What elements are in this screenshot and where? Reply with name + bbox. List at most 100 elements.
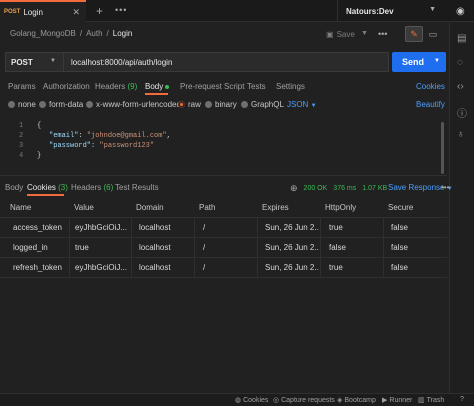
environment-name: Natours:Dev	[346, 6, 394, 16]
tab-login[interactable]: POST Login ✕	[0, 0, 86, 22]
breadcrumb-separator: /	[79, 29, 83, 38]
response-tab-headers[interactable]: Headers (6)	[71, 183, 113, 192]
beautify-link[interactable]: Beautify	[416, 100, 445, 109]
column-divider	[320, 258, 321, 278]
radio-label: none	[18, 100, 36, 109]
status-code: 200 OK	[303, 185, 328, 192]
cookie-name: refresh_token	[13, 263, 62, 272]
url-input[interactable]: localhost:8000/api/auth/login	[63, 52, 389, 72]
column-header: Domain	[136, 203, 164, 212]
code-editor[interactable]: 1 2 3 4 { "email": "johndoe@gmail.com", …	[0, 118, 447, 176]
globe-icon[interactable]: ⊕	[290, 183, 298, 194]
cookie-name: logged_in	[13, 243, 48, 252]
eye-icon[interactable]: ◉	[456, 6, 465, 17]
comment-icon[interactable]: ▭	[424, 26, 442, 42]
save-button[interactable]: ▣ Save	[326, 27, 358, 42]
json-key: "password"	[49, 142, 92, 150]
help-icon[interactable]: ?	[460, 396, 464, 403]
tab-settings[interactable]: Settings	[276, 82, 305, 91]
breadcrumb-folder[interactable]: Auth	[86, 29, 102, 38]
chevron-down-icon[interactable]: ▼	[434, 58, 440, 64]
status-bar: ◍ Cookies ◎ Capture requests ◈ Bootcamp …	[0, 393, 474, 406]
column-divider	[383, 258, 384, 278]
response-tab-test-results[interactable]: Test Results	[115, 183, 159, 192]
column-header: HttpOnly	[325, 203, 357, 212]
response-tab-cookies-label: Cookies	[27, 183, 56, 192]
info-icon[interactable]: ⓘ	[457, 105, 467, 120]
pencil-icon[interactable]: ✎	[405, 26, 423, 42]
statusbar-bootcamp[interactable]: ◈ Bootcamp	[337, 396, 376, 405]
cookie-name: access_token	[13, 223, 62, 232]
radio-graphql[interactable]: GraphQL	[241, 100, 284, 109]
chevron-down-icon[interactable]: ▼	[361, 30, 368, 37]
response-status: ⊕ 200 OK 376 ms 1.07 KB	[290, 183, 387, 194]
statusbar-cookies-label: Cookies	[243, 396, 269, 404]
statusbar-trash[interactable]: ▥ Trash	[418, 396, 444, 405]
plus-icon[interactable]: +	[96, 4, 103, 18]
code-line: }	[37, 152, 42, 160]
cookie-expires: Sun, 26 Jun 2...	[265, 243, 319, 252]
editor-scrollbar[interactable]	[441, 122, 444, 174]
save-response-label: Save Response	[388, 183, 445, 192]
cookie-httponly: true	[329, 263, 343, 272]
cookies-link[interactable]: Cookies	[416, 82, 445, 91]
radio-selected-icon	[178, 101, 185, 108]
close-icon[interactable]: ✕	[72, 7, 80, 18]
tab-authorization[interactable]: Authorization	[43, 82, 90, 91]
cookie-secure: false	[391, 223, 408, 232]
lightbulb-icon[interactable]: ♁	[457, 129, 465, 140]
more-icon[interactable]: •••	[378, 29, 387, 39]
tab-body[interactable]: Body	[145, 82, 170, 91]
format-select[interactable]: JSON ▼	[287, 100, 317, 109]
column-divider	[69, 218, 70, 238]
radio-icon	[241, 101, 248, 108]
chevron-down-icon: ▼	[429, 6, 436, 13]
environment-select[interactable]: Natours:Dev ▼	[337, 0, 441, 22]
cookie-path: /	[203, 223, 206, 232]
cookie-path: /	[203, 263, 206, 272]
more-icon[interactable]: •••	[115, 5, 127, 15]
tab-params[interactable]: Params	[8, 82, 36, 91]
send-label: Send	[402, 57, 425, 67]
column-divider	[320, 238, 321, 258]
breadcrumb-collection[interactable]: Golang_MongoDB	[10, 29, 76, 38]
active-dot-icon	[165, 84, 170, 89]
response-tab-body[interactable]: Body	[5, 183, 23, 192]
json-value: "password123"	[99, 142, 155, 150]
comment-icon[interactable]: ◌	[457, 57, 463, 68]
cookie-domain: localhost	[139, 263, 171, 272]
tab-headers[interactable]: Headers (9)	[95, 82, 137, 91]
radio-binary[interactable]: binary	[205, 100, 237, 109]
radio-raw[interactable]: raw	[178, 100, 201, 109]
response-tab-cookies[interactable]: Cookies (3)	[27, 183, 68, 192]
table-row[interactable]: access_token eyJhbGciOiJ... localhost / …	[0, 218, 447, 238]
table-row[interactable]: logged_in true localhost / Sun, 26 Jun 2…	[0, 238, 447, 258]
active-tab-indicator	[145, 93, 168, 95]
breadcrumb-request[interactable]: Login	[113, 29, 133, 38]
code-line: "email": "johndoe@gmail.com",	[49, 132, 171, 140]
column-header: Name	[10, 203, 32, 212]
column-divider	[383, 238, 384, 258]
code-icon[interactable]: ‹›	[457, 81, 464, 92]
table-row[interactable]: refresh_token eyJhbGciOiJ... localhost /…	[0, 258, 447, 278]
radio-form-data[interactable]: form-data	[39, 100, 83, 109]
cookie-expires: Sun, 26 Jun 2...	[265, 263, 319, 272]
column-divider	[194, 258, 195, 278]
column-divider	[257, 258, 258, 278]
tab-headers-count: (9)	[127, 82, 138, 91]
cookie-value: eyJhbGciOiJ...	[75, 263, 128, 272]
cookie-value: true	[75, 243, 89, 252]
statusbar-runner[interactable]: ▶ Runner	[382, 396, 412, 405]
radio-urlencoded[interactable]: x-www-form-urlencoded	[86, 100, 181, 109]
tab-tests[interactable]: Tests	[247, 82, 266, 91]
statusbar-cookies[interactable]: ◍ Cookies	[235, 396, 269, 405]
capture-icon: ◎	[273, 397, 280, 404]
column-divider	[131, 238, 132, 258]
json-key: "email"	[49, 132, 79, 140]
tab-prerequest-script[interactable]: Pre-request Script	[180, 82, 244, 91]
statusbar-capture[interactable]: ◎ Capture requests	[273, 396, 335, 405]
column-divider	[320, 218, 321, 238]
more-icon[interactable]: •••	[441, 183, 449, 192]
radio-none[interactable]: none	[8, 100, 36, 109]
document-icon[interactable]: ▤	[457, 33, 466, 44]
